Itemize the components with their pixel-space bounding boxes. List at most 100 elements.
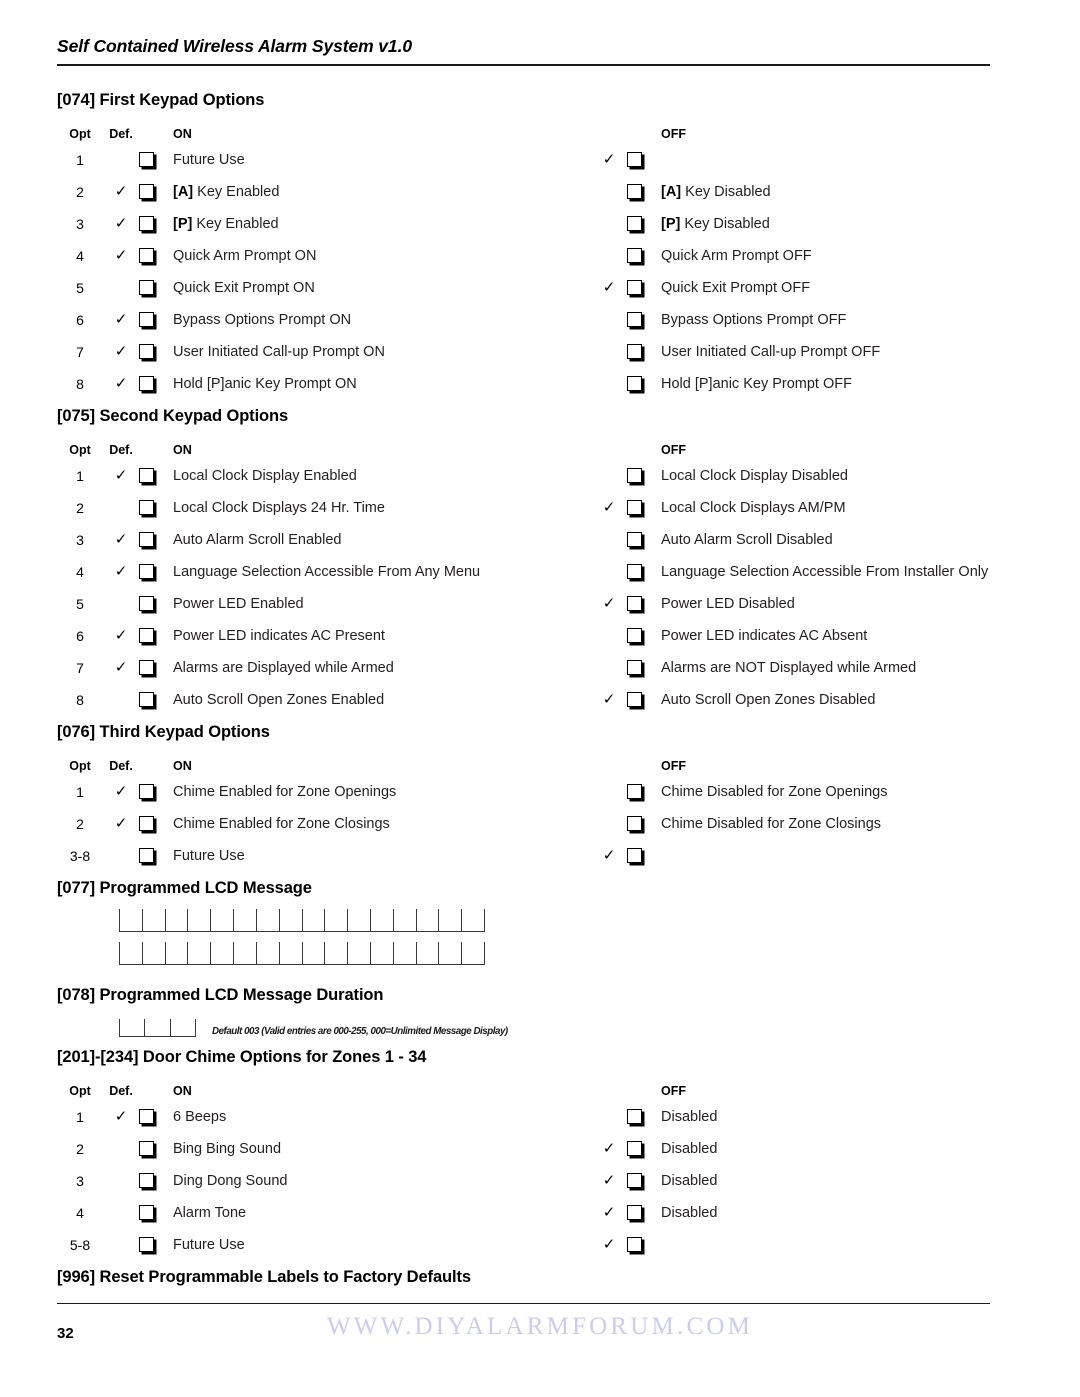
grid-cell[interactable] (415, 909, 439, 931)
checkbox-cell-on[interactable] (139, 460, 173, 492)
checkbox-on[interactable] (139, 344, 154, 360)
grid-cell[interactable] (164, 909, 188, 931)
lcd-message-row-1[interactable] (119, 909, 485, 932)
grid-cell[interactable] (301, 909, 325, 931)
checkbox-on[interactable] (139, 152, 154, 168)
checkbox-off[interactable] (627, 1237, 642, 1253)
grid-cell[interactable] (141, 909, 165, 931)
checkbox-off[interactable] (627, 312, 642, 328)
checkbox-on[interactable] (139, 1237, 154, 1253)
grid-cell[interactable] (324, 909, 347, 931)
checkbox-on[interactable] (139, 1141, 154, 1157)
checkbox-off[interactable] (627, 816, 642, 832)
lcd-duration-grid[interactable] (119, 1019, 196, 1037)
checkbox-cell-off[interactable] (627, 840, 661, 872)
checkbox-on[interactable] (139, 280, 154, 296)
grid-cell[interactable] (144, 1019, 169, 1036)
checkbox-off[interactable] (627, 248, 642, 264)
grid-cell[interactable] (164, 942, 188, 964)
checkbox-off[interactable] (627, 1205, 642, 1221)
checkbox-cell-off[interactable] (627, 524, 661, 556)
checkbox-on[interactable] (139, 596, 154, 612)
checkbox-cell-on[interactable] (139, 840, 173, 872)
checkbox-cell-on[interactable] (139, 144, 173, 176)
checkbox-on[interactable] (139, 1205, 154, 1221)
checkbox-off[interactable] (627, 692, 642, 708)
checkbox-off[interactable] (627, 152, 642, 168)
checkbox-cell-off[interactable] (627, 1101, 661, 1133)
checkbox-off[interactable] (627, 216, 642, 232)
checkbox-cell-on[interactable] (139, 652, 173, 684)
grid-cell[interactable] (119, 1019, 144, 1036)
checkbox-off[interactable] (627, 532, 642, 548)
checkbox-cell-off[interactable] (627, 1133, 661, 1165)
checkbox-cell-off[interactable] (627, 684, 661, 716)
checkbox-cell-off[interactable] (627, 1229, 661, 1261)
grid-cell[interactable] (141, 942, 165, 964)
checkbox-on[interactable] (139, 376, 154, 392)
checkbox-on[interactable] (139, 660, 154, 676)
grid-cell[interactable] (324, 942, 347, 964)
checkbox-cell-off[interactable] (627, 304, 661, 336)
checkbox-cell-off[interactable] (627, 492, 661, 524)
grid-cell[interactable] (347, 909, 370, 931)
grid-cell[interactable] (278, 942, 302, 964)
checkbox-on[interactable] (139, 468, 154, 484)
grid-cell[interactable] (233, 909, 256, 931)
checkbox-off[interactable] (627, 280, 642, 296)
checkbox-cell-on[interactable] (139, 588, 173, 620)
checkbox-cell-off[interactable] (627, 368, 661, 400)
grid-cell[interactable] (278, 909, 302, 931)
checkbox-cell-on[interactable] (139, 776, 173, 808)
checkbox-on[interactable] (139, 784, 154, 800)
checkbox-cell-on[interactable] (139, 684, 173, 716)
checkbox-off[interactable] (627, 1109, 642, 1125)
checkbox-on[interactable] (139, 248, 154, 264)
checkbox-cell-on[interactable] (139, 368, 173, 400)
grid-cell[interactable] (392, 909, 416, 931)
checkbox-cell-on[interactable] (139, 208, 173, 240)
checkbox-off[interactable] (627, 500, 642, 516)
checkbox-on[interactable] (139, 692, 154, 708)
checkbox-cell-off[interactable] (627, 208, 661, 240)
checkbox-off[interactable] (627, 628, 642, 644)
checkbox-off[interactable] (627, 596, 642, 612)
checkbox-off[interactable] (627, 376, 642, 392)
checkbox-on[interactable] (139, 628, 154, 644)
checkbox-cell-on[interactable] (139, 620, 173, 652)
checkbox-cell-off[interactable] (627, 808, 661, 840)
checkbox-on[interactable] (139, 184, 154, 200)
checkbox-cell-on[interactable] (139, 1197, 173, 1229)
checkbox-off[interactable] (627, 784, 642, 800)
checkbox-cell-off[interactable] (627, 460, 661, 492)
checkbox-on[interactable] (139, 312, 154, 328)
checkbox-off[interactable] (627, 344, 642, 360)
checkbox-off[interactable] (627, 184, 642, 200)
checkbox-cell-on[interactable] (139, 556, 173, 588)
checkbox-cell-off[interactable] (627, 620, 661, 652)
grid-cell[interactable] (392, 942, 416, 964)
checkbox-cell-on[interactable] (139, 808, 173, 840)
checkbox-cell-off[interactable] (627, 1197, 661, 1229)
checkbox-on[interactable] (139, 848, 154, 864)
checkbox-cell-on[interactable] (139, 304, 173, 336)
grid-cell[interactable] (415, 942, 439, 964)
grid-cell[interactable] (369, 942, 393, 964)
grid-cell[interactable] (461, 909, 485, 931)
grid-cell[interactable] (461, 942, 485, 964)
checkbox-off[interactable] (627, 660, 642, 676)
checkbox-cell-on[interactable] (139, 1165, 173, 1197)
checkbox-on[interactable] (139, 564, 154, 580)
checkbox-cell-off[interactable] (627, 1165, 661, 1197)
grid-cell[interactable] (438, 909, 461, 931)
checkbox-on[interactable] (139, 1109, 154, 1125)
checkbox-cell-on[interactable] (139, 524, 173, 556)
checkbox-on[interactable] (139, 500, 154, 516)
checkbox-cell-on[interactable] (139, 176, 173, 208)
grid-cell[interactable] (210, 909, 233, 931)
grid-cell[interactable] (347, 942, 370, 964)
checkbox-cell-off[interactable] (627, 588, 661, 620)
grid-cell[interactable] (369, 909, 393, 931)
grid-cell[interactable] (255, 909, 279, 931)
grid-cell[interactable] (187, 942, 210, 964)
